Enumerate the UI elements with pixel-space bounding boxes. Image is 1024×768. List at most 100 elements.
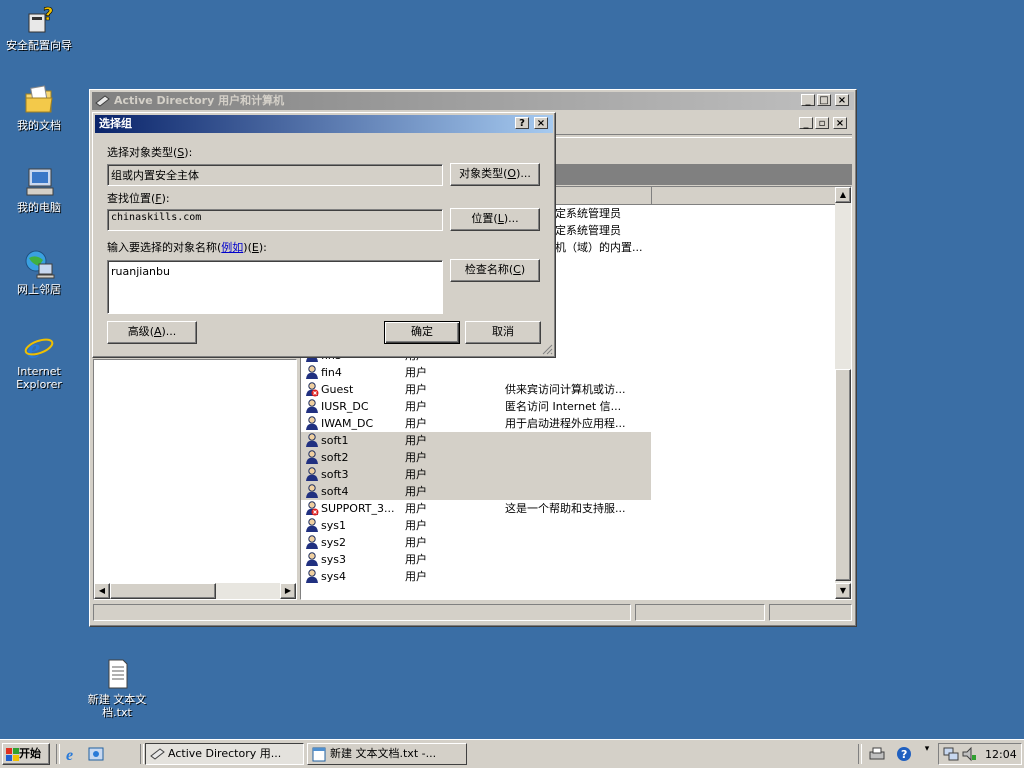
user-type-cell: 用户 <box>405 570 427 583</box>
user-icon <box>305 365 319 380</box>
list-vscrollbar[interactable]: ▲ ▼ <box>835 187 851 599</box>
tree-scroll-left-button[interactable]: ◀ <box>94 583 110 599</box>
examples-link[interactable]: 例如 <box>221 241 243 254</box>
resize-grip-icon[interactable] <box>541 343 553 355</box>
ad-app-icon <box>95 94 110 108</box>
notepad-icon <box>312 747 326 764</box>
user-desc-cell: 这是一个帮助和支持服... <box>505 502 626 515</box>
user-icon <box>305 569 319 584</box>
volume-tray-icon[interactable] <box>961 746 977 762</box>
table-row[interactable]: sys3 用户 <box>301 551 835 568</box>
disabled-user-icon <box>305 382 319 397</box>
tree-hscrollbar[interactable]: ◀ ▶ <box>94 583 296 599</box>
location-field: chinaskills.com <box>107 209 443 231</box>
text-file-icon <box>101 658 133 690</box>
table-row[interactable]: sys2 用户 <box>301 534 835 551</box>
user-name-cell: sys4 <box>321 570 346 583</box>
ad-window-title: Active Directory 用户和计算机 <box>114 94 285 107</box>
notification-chevron-icon[interactable]: ▾ <box>922 744 932 764</box>
network-globe-icon <box>23 248 55 280</box>
user-name-cell: soft4 <box>321 485 349 498</box>
advanced-button[interactable]: 高级(A)... <box>107 321 197 344</box>
user-type-cell: 用户 <box>405 451 427 464</box>
table-row[interactable]: soft2 用户 <box>301 449 651 466</box>
taskbar-item-notepad[interactable]: 新建 文本文档.txt -... <box>307 743 467 765</box>
ad-header-strip <box>554 164 852 185</box>
tree-scroll-right-button[interactable]: ▶ <box>280 583 296 599</box>
object-type-field: 组或内置安全主体 <box>107 164 443 186</box>
internet-explorer-icon: e <box>23 330 55 365</box>
list-scroll-down-button[interactable]: ▼ <box>835 583 851 599</box>
dialog-help-button[interactable]: ? <box>515 117 529 129</box>
user-type-cell: 用户 <box>405 536 427 549</box>
table-row[interactable]: IUSR_DC 用户 匿名访问 Internet 信... <box>301 398 835 415</box>
printer-tray-icon[interactable] <box>868 746 886 762</box>
quicklaunch-ie-icon[interactable]: e <box>65 746 81 764</box>
table-row[interactable]: soft4 用户 <box>301 483 651 500</box>
user-name-cell: IWAM_DC <box>321 417 374 430</box>
desktop-icon-label: 网上邻居 <box>17 283 61 296</box>
check-names-button[interactable]: 检查名称(C) <box>450 259 540 282</box>
table-row[interactable]: fin4 用户 <box>301 364 835 381</box>
user-type-cell: 用户 <box>405 417 427 430</box>
location-label: 查找位置(F): <box>107 192 170 205</box>
table-row[interactable]: Guest 用户 供来宾访问计算机或访... <box>301 381 835 398</box>
mdi-restore-button[interactable]: ▫ <box>815 117 829 129</box>
desktop-icon-internet-explorer[interactable]: e Internet Explorer <box>0 330 78 391</box>
dialog-title: 选择组 <box>99 117 132 130</box>
ad-window-titlebar[interactable]: Active Directory 用户和计算机 <box>92 92 854 110</box>
ad-toolbar <box>554 137 852 160</box>
dialog-close-button[interactable]: × <box>534 117 548 129</box>
system-tray: 12:04 <box>938 743 1022 765</box>
start-button[interactable]: 开始 <box>2 743 50 765</box>
mdi-minimize-button[interactable]: _ <box>799 117 813 129</box>
taskbar-item-ad-users[interactable]: Active Directory 用... <box>145 743 304 765</box>
network-tray-icon[interactable] <box>943 746 959 762</box>
ad-close-button[interactable]: × <box>835 94 849 106</box>
table-row[interactable]: soft1 用户 <box>301 432 651 449</box>
user-name-cell: fin4 <box>321 366 342 379</box>
user-desc-cell: 供来宾访问计算机或访... <box>505 383 626 396</box>
user-name-cell: IUSR_DC <box>321 400 369 413</box>
list-scroll-thumb[interactable] <box>835 369 851 581</box>
security-wizard-icon: ? <box>23 4 55 36</box>
mdi-close-button[interactable]: × <box>833 117 847 129</box>
user-icon <box>305 518 319 533</box>
object-type-label: 选择对象类型(S): <box>107 146 193 159</box>
table-row[interactable]: soft3 用户 <box>301 466 651 483</box>
svg-text:?: ? <box>43 4 53 25</box>
list-scroll-up-button[interactable]: ▲ <box>835 187 851 203</box>
disabled-user-icon <box>305 501 319 516</box>
table-row[interactable]: SUPPORT_3... 用户 这是一个帮助和支持服... <box>301 500 835 517</box>
table-row[interactable]: IWAM_DC 用户 用于启动进程外应用程... <box>301 415 835 432</box>
ok-button[interactable]: 确定 <box>384 321 460 344</box>
user-type-cell: 用户 <box>405 502 427 515</box>
ad-maximize-button[interactable]: □ <box>817 94 831 106</box>
clock[interactable]: 12:04 <box>985 748 1017 761</box>
svg-text:?: ? <box>901 748 907 761</box>
ad-tree-pane[interactable]: ◀ ▶ <box>93 359 297 600</box>
ad-app-icon <box>150 747 165 764</box>
desktop-icon-label: 我的文档 <box>17 119 61 132</box>
object-types-button[interactable]: 对象类型(O)... <box>450 163 540 186</box>
desktop-icon-text-file[interactable]: 新建 文本文档.txt <box>78 658 156 719</box>
select-group-dialog[interactable]: 选择组 ? × 选择对象类型(S): 组或内置安全主体 对象类型(O)... 查… <box>92 112 556 358</box>
object-names-label: 输入要选择的对象名称(例如)(E): <box>107 241 267 254</box>
table-row[interactable]: sys4 用户 <box>301 568 835 585</box>
object-names-input[interactable]: ruanjianbu <box>107 260 443 314</box>
user-name-cell: sys1 <box>321 519 346 532</box>
table-row[interactable]: sys1 用户 <box>301 517 835 534</box>
cancel-button[interactable]: 取消 <box>465 321 541 344</box>
help-tray-icon[interactable]: ? <box>896 746 912 762</box>
desktop-icon-my-computer[interactable]: 我的电脑 <box>0 166 78 214</box>
ad-minimize-button[interactable]: _ <box>801 94 815 106</box>
desktop-icon-label: 我的电脑 <box>17 201 61 214</box>
desktop-icon-security-wizard[interactable]: ? 安全配置向导 <box>0 4 78 52</box>
desktop-icon-my-documents[interactable]: 我的文档 <box>0 84 78 132</box>
locations-button[interactable]: 位置(L)... <box>450 208 540 231</box>
user-type-cell: 用户 <box>405 485 427 498</box>
tree-scroll-thumb[interactable] <box>110 583 216 599</box>
dialog-titlebar[interactable]: 选择组 <box>95 115 553 133</box>
desktop-icon-network[interactable]: 网上邻居 <box>0 248 78 296</box>
quicklaunch-explorer-icon[interactable] <box>88 746 104 762</box>
